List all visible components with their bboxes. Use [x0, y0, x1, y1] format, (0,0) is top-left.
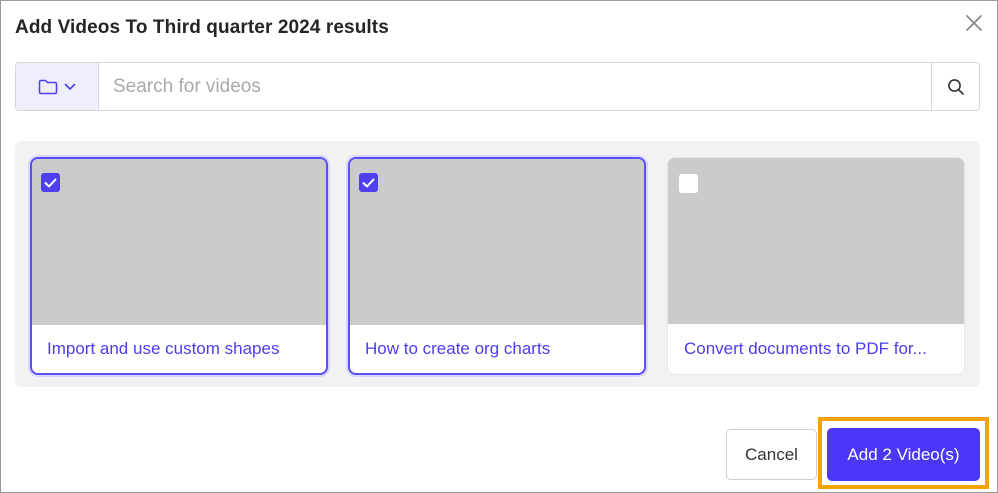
check-icon — [44, 178, 57, 187]
video-select-checkbox[interactable] — [359, 173, 378, 192]
video-grid: Import and use custom shapes How to crea… — [15, 141, 980, 387]
close-icon — [966, 15, 982, 31]
folder-filter-button[interactable] — [16, 63, 99, 110]
check-icon — [362, 178, 375, 187]
add-videos-button[interactable]: Add 2 Video(s) — [827, 428, 980, 481]
search-button[interactable] — [931, 63, 979, 110]
video-thumbnail — [32, 159, 326, 325]
video-card[interactable]: Import and use custom shapes — [30, 157, 328, 375]
video-card[interactable]: How to create org charts — [348, 157, 646, 375]
video-card[interactable]: Convert documents to PDF for... — [667, 157, 965, 375]
video-title: Convert documents to PDF for... — [684, 339, 927, 358]
folder-icon — [38, 79, 58, 94]
video-title: Import and use custom shapes — [47, 339, 280, 358]
chevron-down-icon — [64, 83, 76, 90]
dialog-title: Add Videos To Third quarter 2024 results — [15, 17, 389, 38]
video-select-checkbox[interactable] — [679, 174, 698, 193]
add-videos-dialog: Add Videos To Third quarter 2024 results — [0, 0, 998, 493]
video-thumbnail — [350, 159, 644, 325]
close-button[interactable] — [962, 11, 986, 35]
video-thumbnail — [668, 158, 964, 324]
search-bar — [15, 62, 980, 111]
cancel-button[interactable]: Cancel — [726, 429, 817, 480]
search-input[interactable] — [99, 63, 931, 110]
video-title: How to create org charts — [365, 339, 551, 358]
video-select-checkbox[interactable] — [41, 173, 60, 192]
search-icon — [947, 78, 964, 95]
